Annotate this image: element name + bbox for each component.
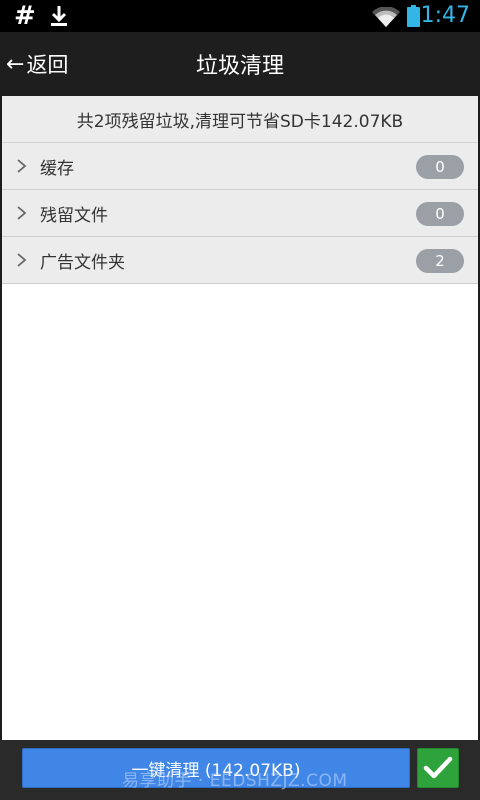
bottom-bar: 一键清理 (142.07KB) 易享助手 · EEDSHZJZ.COM (0, 740, 480, 800)
junk-list: 共2项残留垃圾,清理可节省SD卡142.07KB 缓存 0 残留文件 0 广告文… (2, 96, 478, 740)
wifi-icon (372, 7, 400, 27)
category-label: 广告文件夹 (40, 252, 125, 273)
category-row-residual-files[interactable]: 残留文件 0 (2, 190, 478, 237)
hash-icon: # (14, 1, 36, 31)
category-row-cache[interactable]: 缓存 0 (2, 143, 478, 190)
chevron-right-icon (17, 206, 27, 220)
count-badge: 0 (416, 155, 464, 179)
confirm-button[interactable] (417, 748, 459, 788)
battery-icon (407, 5, 420, 27)
status-bar: # 1:47 (0, 0, 480, 32)
count-badge: 0 (416, 202, 464, 226)
category-row-ad-folders[interactable]: 广告文件夹 2 (2, 237, 478, 284)
title-bar: ← 返回 垃圾清理 (0, 32, 480, 96)
summary-banner: 共2项残留垃圾,清理可节省SD卡142.07KB (2, 96, 478, 143)
count-badge: 2 (416, 249, 464, 273)
page-title: 垃圾清理 (195, 54, 284, 79)
category-label: 残留文件 (40, 205, 108, 226)
checkmark-icon (423, 756, 453, 779)
chevron-right-icon (17, 159, 27, 173)
download-icon (51, 6, 67, 26)
chevron-right-icon (17, 253, 27, 267)
one-click-clean-button[interactable]: 一键清理 (142.07KB) (22, 748, 410, 788)
category-label: 缓存 (40, 158, 74, 179)
status-clock: 1:47 (420, 3, 470, 28)
